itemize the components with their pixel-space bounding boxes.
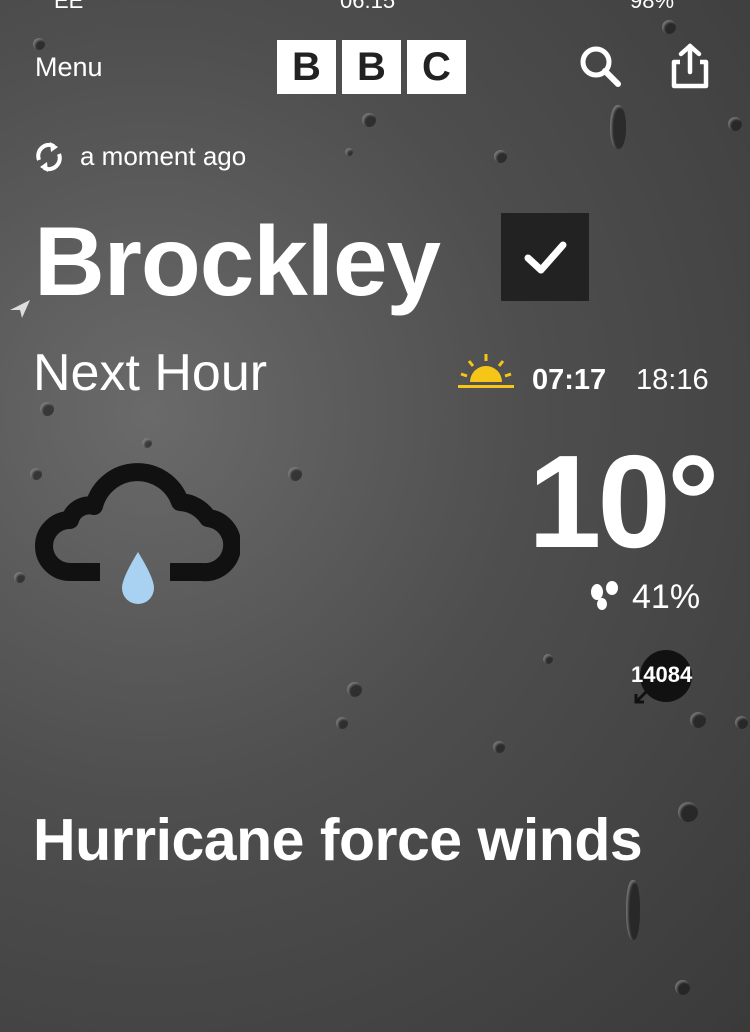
- wind-arrow-icon: [634, 688, 650, 704]
- saved-location-toggle[interactable]: [501, 213, 589, 301]
- sunrise-time: 07:17: [532, 364, 607, 396]
- carrier-label: EE: [54, 0, 84, 13]
- location-arrow-icon: [10, 300, 30, 318]
- last-updated-text: a moment ago: [80, 141, 247, 171]
- bbc-logo[interactable]: B B C: [277, 40, 466, 94]
- forecast-period: Next Hour: [33, 344, 268, 402]
- search-icon[interactable]: [578, 44, 622, 88]
- logo-letter-b1: B: [277, 40, 336, 94]
- logo-letter-c: C: [407, 40, 466, 94]
- location-name: Brockley: [34, 206, 441, 316]
- status-time: 06:15: [340, 0, 396, 13]
- cloud-rain-icon: [35, 463, 240, 604]
- sunset-time: 18:16: [636, 364, 709, 396]
- menu-button[interactable]: Menu: [35, 52, 103, 83]
- wind-speed: 14084: [631, 662, 693, 687]
- raindrops-icon: [591, 581, 618, 610]
- check-icon: [524, 241, 567, 274]
- battery-percent: 98%: [630, 0, 675, 13]
- sunrise-icon: [458, 354, 514, 388]
- refresh-icon[interactable]: [32, 140, 66, 174]
- status-bar: EE 06:15 98%: [0, 0, 750, 16]
- temperature: 10°: [528, 428, 720, 575]
- rain-chance: 41%: [632, 578, 701, 616]
- share-icon[interactable]: [668, 42, 712, 90]
- logo-letter-b2: B: [342, 40, 401, 94]
- weather-headline: Hurricane force winds: [33, 807, 643, 873]
- headphones-icon: [590, 0, 612, 2]
